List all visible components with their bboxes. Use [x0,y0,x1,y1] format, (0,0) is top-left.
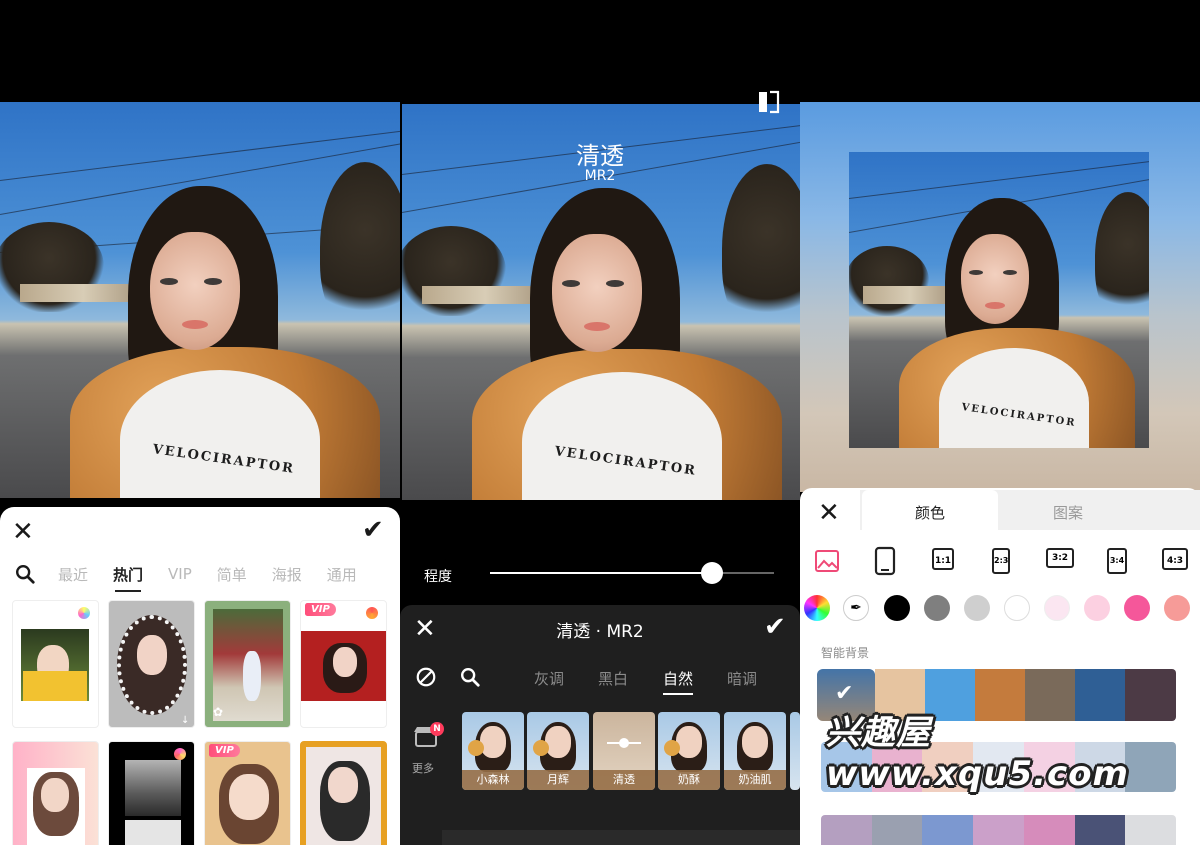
smart-background-label: 智能背景 [821,646,870,660]
strip-segment [871,815,923,845]
tab-color[interactable]: 颜色 [862,490,998,530]
adjust-slider-icon [607,738,641,748]
filter-label: 奶油肌 [724,770,786,790]
color-swatch[interactable] [1084,595,1110,621]
filter-categories: 灰调 黑白 自然 暗调 [400,666,800,695]
strip-segment [1125,815,1176,845]
slider-fill [490,572,712,574]
app-screenshot-collage: VELOCIRAPTOR ✕ ✔ 最近 热门 VIP 简单 海报 通用 ↓ ✿ … [0,0,1200,845]
tab-hot[interactable]: 热门 [113,564,143,592]
template-tile[interactable] [12,741,99,845]
filter-sheet-title: 清透 · MR2 [556,622,644,642]
vip-badge: VIP [209,744,240,757]
filter-thumb[interactable]: 月辉 [527,712,589,790]
flower-icon: ✿ [213,705,224,719]
category-bw[interactable]: 黑白 [598,668,628,689]
color-badge-icon [366,607,378,619]
template-tile[interactable]: VIP [204,741,291,845]
strip-segment [821,815,872,845]
ratio-3-4[interactable]: 3:4 [1107,548,1127,574]
edited-photo: VELOCIRAPTOR [0,102,400,498]
strip-segment [922,815,974,845]
color-badge-icon [78,607,90,619]
template-tabs: 最近 热门 VIP 简单 海报 通用 [14,557,394,592]
template-tile[interactable] [12,600,99,728]
ratio-4-3[interactable]: 4:3 [1162,548,1188,570]
template-tile[interactable]: VIP [300,600,387,728]
edited-photo: VELOCIRAPTOR [849,152,1149,448]
strip-segment [973,815,1024,845]
filter-label: 奶酥 [658,770,720,790]
tab-simple[interactable]: 简单 [217,564,247,585]
filter-thumb[interactable]: 奶酥 [658,712,720,790]
color-swatch[interactable] [1004,595,1030,621]
filter-thumb-selected[interactable]: 清透 [593,712,655,790]
watermark: 兴趣屋 www.xqu5.com [826,713,1129,794]
slider-knob[interactable] [700,562,723,584]
color-wheel-icon[interactable] [804,595,830,621]
filter-label: 清透 [593,770,655,790]
category-natural[interactable]: 自然 [663,668,694,695]
tab-general[interactable]: 通用 [327,564,357,585]
close-icon[interactable]: ✕ [818,500,840,526]
ratio-1-1[interactable]: 1:1 [932,548,954,570]
template-tile[interactable] [300,741,387,845]
template-tile[interactable] [108,741,195,845]
color-swatch[interactable] [964,595,990,621]
template-panel: VELOCIRAPTOR ✕ ✔ 最近 热门 VIP 简单 海报 通用 ↓ ✿ … [0,0,400,845]
degree-label: 程度 [424,569,452,585]
image-icon[interactable] [814,548,840,574]
category-dark[interactable]: 暗调 [727,668,757,689]
filter-thumb[interactable]: 小森林 [462,712,524,790]
ratio-3-2[interactable]: 3:2 [1046,548,1074,568]
download-icon: ↓ [181,715,190,726]
filter-panel: VELOCIRAPTOR 清透 MR2 程度 ✕ ✔ 清透 · MR2 灰调 黑… [400,0,800,845]
template-tile[interactable]: ↓ [108,600,195,728]
compare-icon[interactable] [756,89,782,115]
filter-tray-bottom [442,830,800,845]
phone-icon[interactable] [874,546,896,576]
color-swatch[interactable] [1044,595,1070,621]
check-icon[interactable]: ✔ [362,517,384,543]
filter-thumb[interactable] [790,712,800,790]
tab-vip[interactable]: VIP [168,565,192,583]
color-swatch[interactable] [884,595,910,621]
filter-label: 小森林 [462,770,524,790]
filter-thumb[interactable]: 奶油肌 [724,712,786,790]
tab-poster[interactable]: 海报 [272,564,302,585]
gradient-strip[interactable] [821,815,1176,845]
category-gray[interactable]: 灰调 [534,668,564,689]
strip-segment [1074,815,1126,845]
ratio-2-3[interactable]: 2:3 [992,548,1010,574]
tab-recent[interactable]: 最近 [58,564,88,585]
degree-slider[interactable] [490,562,774,584]
search-icon[interactable] [14,563,36,585]
template-tile[interactable]: ✿ [204,600,291,728]
close-icon[interactable]: ✕ [12,519,34,545]
color-swatch[interactable] [924,595,950,621]
color-swatch[interactable] [1164,595,1190,621]
filter-label: 月辉 [527,770,589,790]
color-swatch[interactable] [1124,595,1150,621]
more-label[interactable]: 更多 [412,760,434,776]
tab-pattern[interactable]: 图案 [1000,490,1136,530]
new-badge: N [430,722,444,736]
filter-name-overlay: 清透 [576,142,624,170]
strip-segment [1023,815,1075,845]
color-badge-icon [174,748,186,760]
check-icon: ✔ [835,681,854,706]
filter-code-overlay: MR2 [584,168,616,184]
eyedropper-icon[interactable]: ✒ [843,595,869,621]
vip-badge: VIP [305,603,336,616]
